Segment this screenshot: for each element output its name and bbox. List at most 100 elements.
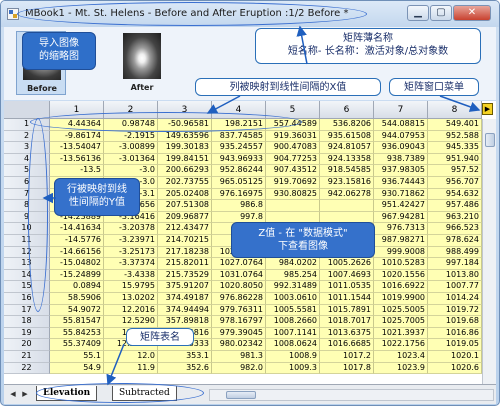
table-cell[interactable]: 957.52 [428, 165, 482, 177]
table-cell[interactable]: 938.7389 [374, 153, 428, 166]
table-cell[interactable]: 12.0 [104, 351, 158, 363]
table-cell[interactable]: 55.37409 [50, 339, 104, 351]
tab-nav-first[interactable]: ◀ [8, 389, 18, 399]
thumbnail-after[interactable]: After [117, 31, 167, 95]
column-header-6[interactable]: 6 [320, 101, 374, 119]
table-cell[interactable]: 986.8 [212, 200, 266, 212]
table-cell[interactable]: 919.36031 [266, 130, 320, 143]
table-cell[interactable]: 944.07953 [374, 130, 428, 143]
table-cell[interactable]: 353.1 [158, 351, 212, 363]
table-cell[interactable]: 1017.8 [320, 362, 374, 375]
table-cell[interactable]: -9.86174 [50, 130, 104, 143]
table-cell[interactable]: 923.15816 [320, 177, 374, 189]
table-cell[interactable]: 976.7313 [374, 223, 428, 235]
table-cell[interactable]: 954.632 [428, 188, 482, 201]
table-cell[interactable]: 374.49187 [158, 293, 212, 305]
table-cell[interactable]: 936.09043 [374, 142, 428, 154]
table-cell[interactable]: 1023.9 [374, 362, 428, 375]
table-cell[interactable]: 981.3 [212, 351, 266, 363]
table-cell[interactable]: -3.37374 [104, 258, 158, 270]
grid-corner[interactable] [4, 101, 50, 119]
tab-nav-last[interactable]: ▶ [20, 389, 30, 399]
table-cell[interactable]: -13.56136 [50, 153, 104, 166]
table-cell[interactable] [266, 200, 320, 212]
table-cell[interactable]: 997.184 [428, 258, 482, 270]
table-cell[interactable]: 549.401 [428, 119, 482, 131]
table-cell[interactable]: 1021.3937 [374, 327, 428, 340]
table-cell[interactable]: 357.89818 [158, 316, 212, 328]
table-cell[interactable]: 952.588 [428, 130, 482, 143]
table-cell[interactable]: 207.51308 [158, 200, 212, 212]
table-cell[interactable]: 984.0202 [266, 258, 320, 270]
table-cell[interactable]: -3.23971 [104, 235, 158, 247]
table-cell[interactable]: 54.9 [50, 362, 104, 375]
table-cell[interactable]: 1007.1141 [266, 327, 320, 340]
vertical-scroll-thumb[interactable] [485, 133, 495, 147]
table-cell[interactable]: 945.335 [428, 142, 482, 154]
table-cell[interactable]: 149.63596 [158, 130, 212, 143]
table-cell[interactable]: 199.84151 [158, 153, 212, 166]
table-cell[interactable]: 936.74443 [374, 177, 428, 189]
table-cell[interactable]: 930.71862 [374, 188, 428, 201]
table-cell[interactable]: -14.5776 [50, 235, 104, 247]
table-cell[interactable]: 1018.7017 [320, 316, 374, 328]
table-cell[interactable]: 1005.2626 [320, 258, 374, 270]
table-cell[interactable]: 11.9 [104, 362, 158, 375]
table-cell[interactable]: 1016.6922 [374, 281, 428, 293]
table-cell[interactable]: 1009.3 [266, 362, 320, 375]
table-cell[interactable]: 988.499 [428, 246, 482, 259]
table-cell[interactable]: 375.91207 [158, 281, 212, 293]
table-cell[interactable]: 1007.77 [428, 281, 482, 293]
table-cell[interactable]: 1025.5005 [374, 304, 428, 317]
table-cell[interactable]: 215.82011 [158, 258, 212, 270]
table-cell[interactable]: 951.940 [428, 153, 482, 166]
row-header-20[interactable]: 20 [4, 339, 50, 351]
table-cell[interactable]: -3.00899 [104, 142, 158, 154]
table-cell[interactable]: 536.8206 [320, 119, 374, 131]
table-cell[interactable] [320, 200, 374, 212]
table-cell[interactable]: 1020.1556 [374, 269, 428, 282]
row-header-21[interactable]: 21 [4, 351, 50, 363]
table-cell[interactable]: 919.70692 [266, 177, 320, 189]
table-cell[interactable]: 992.31489 [266, 281, 320, 293]
table-cell[interactable]: 1019.68 [428, 316, 482, 328]
horizontal-scrollbar[interactable] [209, 389, 494, 401]
table-cell[interactable]: 202.73755 [158, 177, 212, 189]
table-cell[interactable]: 1011.1544 [320, 293, 374, 305]
table-cell[interactable]: 930.80825 [266, 188, 320, 201]
table-cell[interactable]: 1013.6375 [320, 327, 374, 340]
table-cell[interactable]: 978.624 [428, 235, 482, 247]
table-cell[interactable]: 1020.8050 [212, 281, 266, 293]
table-cell[interactable]: 918.54585 [320, 165, 374, 177]
table-cell[interactable]: 1017.2 [320, 351, 374, 363]
table-cell[interactable]: 1011.0535 [320, 281, 374, 293]
table-cell[interactable]: 1019.05 [428, 339, 482, 351]
table-cell[interactable]: 900.47083 [266, 142, 320, 154]
table-cell[interactable]: 214.70215 [158, 235, 212, 247]
table-cell[interactable]: 943.96933 [212, 153, 266, 166]
vertical-scrollbar[interactable] [482, 119, 496, 384]
table-cell[interactable]: -14.41634 [50, 223, 104, 235]
row-header-22[interactable]: 22 [4, 362, 50, 375]
table-cell[interactable]: -13.54047 [50, 142, 104, 154]
row-header-18[interactable]: 18 [4, 316, 50, 328]
table-cell[interactable]: 904.77253 [266, 153, 320, 166]
table-cell[interactable]: 837.74585 [212, 130, 266, 143]
table-cell[interactable]: 942.06278 [320, 188, 374, 201]
table-cell[interactable]: 1010.5283 [374, 258, 428, 270]
table-cell[interactable]: 965.05125 [212, 177, 266, 189]
table-cell[interactable]: 907.43512 [266, 165, 320, 177]
table-cell[interactable]: 1013.80 [428, 269, 482, 282]
table-cell[interactable]: 951.42427 [374, 200, 428, 212]
table-cell[interactable]: -2.1915 [104, 130, 158, 143]
table-cell[interactable]: 1008.2660 [266, 316, 320, 328]
table-cell[interactable]: 952.86244 [212, 165, 266, 177]
column-header-8[interactable]: 8 [428, 101, 482, 119]
table-cell[interactable]: 957.486 [428, 200, 482, 212]
table-cell[interactable]: -3.25173 [104, 246, 158, 259]
table-cell[interactable]: 1015.7891 [320, 304, 374, 317]
table-cell[interactable]: 1020.6 [428, 362, 482, 375]
table-cell[interactable]: 1019.72 [428, 304, 482, 317]
row-header-17[interactable]: 17 [4, 304, 50, 317]
table-cell[interactable]: 966.523 [428, 223, 482, 235]
